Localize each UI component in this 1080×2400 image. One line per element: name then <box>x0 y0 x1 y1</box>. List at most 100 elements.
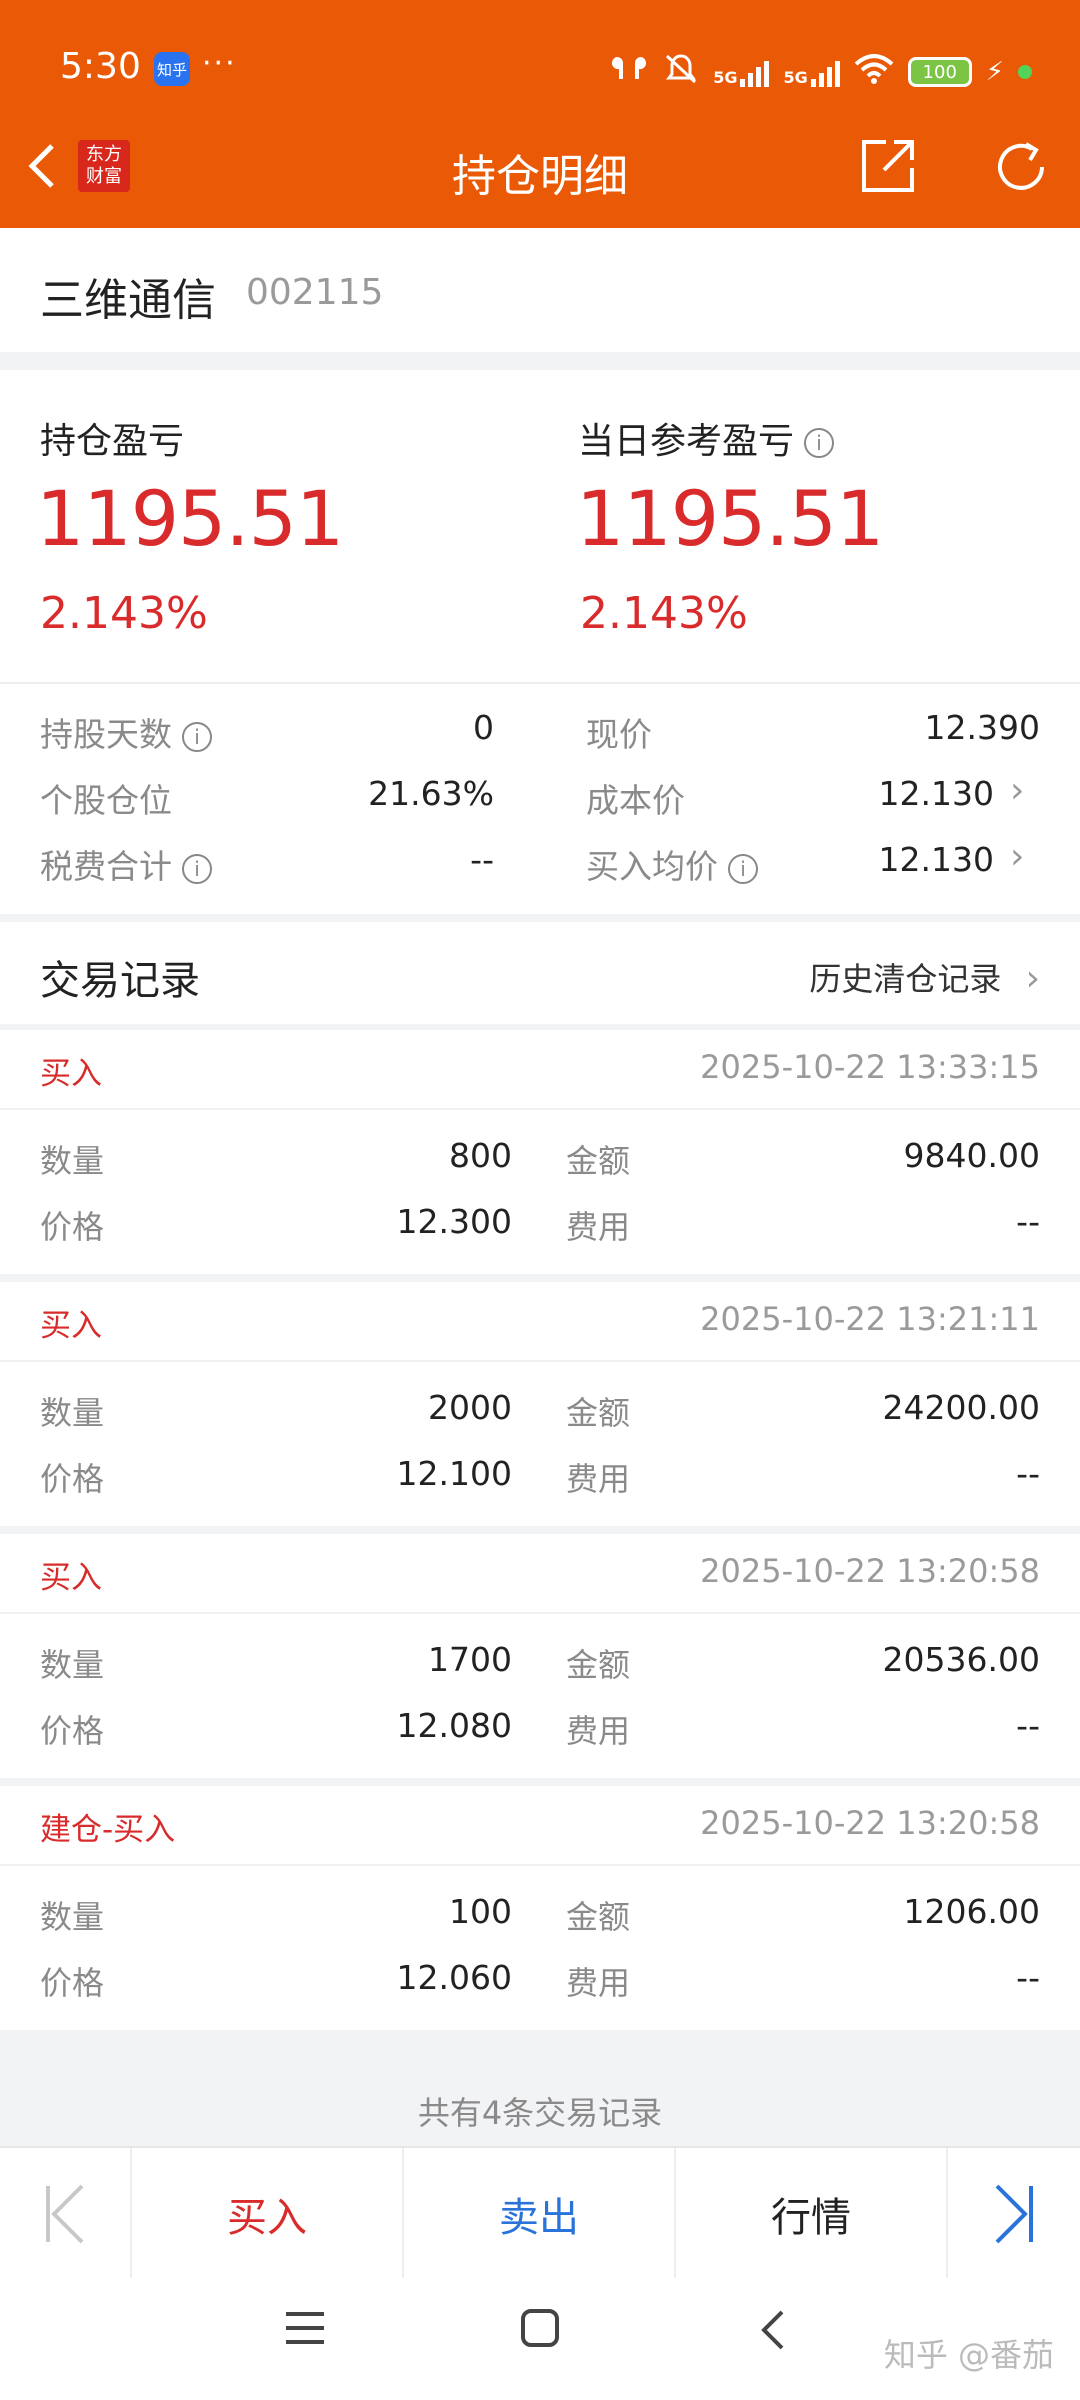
price-value: 12.100 <box>396 1454 512 1493</box>
detail-cost-price-label[interactable]: 成本价 <box>586 774 685 822</box>
zhihu-notification-icon: 知乎 <box>154 52 190 86</box>
detail-hold-days-value: 0 <box>473 708 494 747</box>
trade-time: 2025-10-22 13:21:11 <box>700 1300 1040 1338</box>
fee-value: -- <box>1016 1454 1040 1493</box>
price-label: 价格 <box>40 1712 105 1750</box>
daily-pl-percent: 2.143% <box>580 588 748 639</box>
daily-pl-label-row: 当日参考盈亏 i <box>578 412 835 464</box>
status-time: 5:30 <box>60 46 141 87</box>
fee-label: 费用 <box>566 1964 631 2002</box>
detail-tax-fee-label: 税费合计 i <box>40 840 212 888</box>
qty-value: 2000 <box>428 1388 512 1427</box>
watermark: 知乎 @番茄 <box>883 2336 1054 2374</box>
qty-label: 数量 <box>40 1646 105 1684</box>
amount-label: 金额 <box>566 1142 631 1180</box>
detail-label: 买入均价 <box>586 847 718 886</box>
detail-position-ratio-label: 个股仓位 <box>40 781 172 820</box>
trade-record: 买入 2025-10-22 13:33:15 数量 800 金额 9840.00… <box>0 1030 1080 1274</box>
divider <box>0 1864 1080 1866</box>
amount-value: 9840.00 <box>903 1136 1040 1175</box>
amount-label: 金额 <box>566 1898 631 1936</box>
trade-records-header: 交易记录 历史清仓记录 › <box>0 922 1080 1024</box>
divider <box>0 1360 1080 1362</box>
divider <box>0 1108 1080 1110</box>
trade-type: 买入 <box>40 1560 102 1596</box>
amount-value: 1206.00 <box>903 1892 1040 1931</box>
charging-icon: ⚡ <box>985 57 1004 87</box>
chevron-right-icon[interactable]: › <box>1010 836 1024 877</box>
fee-value: -- <box>1016 1202 1040 1241</box>
price-label: 价格 <box>40 1460 105 1498</box>
daily-pl-label: 当日参考盈亏 <box>578 421 795 462</box>
chevron-right-icon[interactable]: › <box>1010 770 1024 811</box>
signal-5g-icon-2: 5G <box>783 57 840 87</box>
profit-summary-card: 持仓盈亏 1195.51 2.143% 当日参考盈亏 i 1195.51 2.14… <box>0 370 1080 914</box>
detail-hold-days-label: 持股天数 i <box>40 708 212 756</box>
page-title: 持仓明细 <box>452 151 628 202</box>
detail-label: 持股天数 <box>40 715 172 754</box>
trade-count-summary: 共有4条交易记录 <box>417 2094 663 2132</box>
home-icon[interactable] <box>520 2308 560 2352</box>
price-value: 12.060 <box>396 1958 512 1997</box>
info-icon[interactable]: i <box>182 853 212 884</box>
divider <box>0 1612 1080 1614</box>
amount-label: 金额 <box>566 1394 631 1432</box>
stock-code: 002115 <box>246 272 384 313</box>
fee-label: 费用 <box>566 1460 631 1498</box>
position-pl-percent: 2.143% <box>40 588 208 639</box>
stock-name: 三维通信 <box>40 275 216 326</box>
battery-icon: 100 <box>907 57 972 87</box>
info-icon[interactable]: i <box>728 853 758 884</box>
trade-time: 2025-10-22 13:33:15 <box>700 1048 1040 1086</box>
trade-time: 2025-10-22 13:20:58 <box>700 1804 1040 1842</box>
wifi-icon <box>854 54 894 90</box>
daily-pl-value: 1195.51 <box>576 474 884 563</box>
quote-button[interactable]: 行情 <box>676 2148 948 2280</box>
detail-current-price-value: 12.390 <box>924 708 1040 747</box>
trade-record: 买入 2025-10-22 13:20:58 数量 1700 金额 20536.… <box>0 1534 1080 1778</box>
amount-value: 20536.00 <box>882 1640 1040 1679</box>
trade-records-title: 交易记录 <box>40 958 200 1004</box>
buy-button[interactable]: 买入 <box>132 2148 404 2280</box>
history-link-label: 历史清仓记录 <box>809 960 1002 998</box>
price-label: 价格 <box>40 1208 105 1246</box>
refresh-icon[interactable] <box>990 136 1052 198</box>
detail-avg-buy-price-value[interactable]: 12.130 <box>760 840 994 879</box>
history-clearance-link[interactable]: 历史清仓记录 › <box>809 954 1040 1000</box>
last-page-icon[interactable] <box>948 2148 1080 2280</box>
detail-label: 税费合计 <box>40 847 172 886</box>
chevron-right-icon: › <box>1025 958 1040 999</box>
menu-icon[interactable] <box>284 2308 326 2352</box>
sell-button[interactable]: 卖出 <box>404 2148 676 2280</box>
more-notifications-icon: ··· <box>202 46 237 81</box>
amount-value: 24200.00 <box>882 1388 1040 1427</box>
share-icon[interactable] <box>858 136 918 196</box>
privacy-dot-icon <box>1018 65 1032 79</box>
info-icon[interactable]: i <box>182 721 212 752</box>
position-pl-label: 持仓盈亏 <box>40 421 185 462</box>
fee-label: 费用 <box>566 1208 631 1246</box>
qty-label: 数量 <box>40 1394 105 1432</box>
earbuds-icon <box>609 53 649 91</box>
signal-5g-icon: 5G <box>713 57 770 87</box>
fee-label: 费用 <box>566 1712 631 1750</box>
trade-time: 2025-10-22 13:20:58 <box>700 1552 1040 1590</box>
trade-type: 买入 <box>40 1308 102 1344</box>
fee-value: -- <box>1016 1958 1040 1997</box>
detail-tax-fee-value: -- <box>470 840 494 879</box>
first-page-icon[interactable] <box>0 2148 132 2280</box>
fee-value: -- <box>1016 1706 1040 1745</box>
detail-cost-price-value[interactable]: 12.130 <box>760 774 994 813</box>
trade-type: 建仓-买入 <box>40 1812 176 1848</box>
trade-type: 买入 <box>40 1056 102 1092</box>
detail-current-price-label: 现价 <box>586 715 652 754</box>
qty-value: 1700 <box>428 1640 512 1679</box>
detail-avg-buy-price-label[interactable]: 买入均价 i <box>586 840 758 888</box>
price-value: 12.080 <box>396 1706 512 1745</box>
info-icon[interactable]: i <box>804 428 835 458</box>
qty-label: 数量 <box>40 1898 105 1936</box>
back-nav-icon[interactable] <box>758 2308 788 2356</box>
detail-position-ratio-value: 21.63% <box>368 774 494 813</box>
price-value: 12.300 <box>396 1202 512 1241</box>
status-icons: 5G 5G 100 ⚡ <box>609 52 1032 92</box>
